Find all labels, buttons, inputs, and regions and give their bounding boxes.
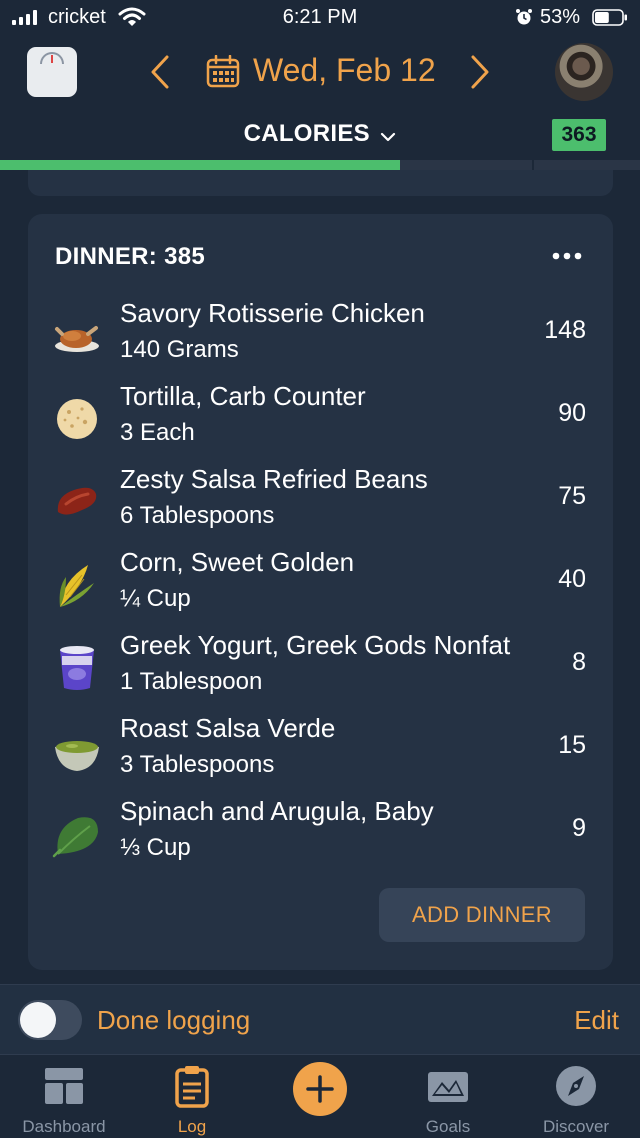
food-portion: ¼ Cup: [120, 585, 191, 612]
dinner-card: DINNER: 385 Savory Rotisserie Chicken 14…: [28, 214, 613, 970]
food-name: Tortilla, Carb Counter: [120, 381, 366, 411]
toggle-knob: [20, 1002, 56, 1038]
avatar[interactable]: [555, 43, 613, 101]
food-calories: 40: [558, 565, 586, 593]
more-options-icon[interactable]: [552, 252, 582, 260]
food-calories: 8: [572, 648, 586, 676]
tab-label: Discover: [542, 1117, 610, 1136]
chevron-right-icon[interactable]: [465, 54, 495, 90]
plus-icon[interactable]: [293, 1062, 347, 1116]
food-name: Savory Rotisserie Chicken: [120, 298, 425, 328]
food-list: Savory Rotisserie Chicken 140 Grams 148 …: [28, 298, 613, 879]
goal-marker: [532, 160, 534, 170]
tab-label: Log: [177, 1117, 207, 1136]
tab-label: Goals: [425, 1117, 471, 1136]
food-item[interactable]: Zesty Salsa Refried Beans 6 Tablespoons …: [28, 464, 613, 547]
goals-mountain-icon: [428, 1072, 468, 1102]
food-name: Zesty Salsa Refried Beans: [120, 464, 428, 494]
calories-remaining-badge: 363: [552, 119, 606, 151]
metric-label: CALORIES: [243, 120, 370, 147]
food-item[interactable]: Tortilla, Carb Counter 3 Each 90: [28, 381, 613, 464]
calorie-progress-bar: [0, 160, 640, 170]
food-calories: 90: [558, 399, 586, 427]
compass-icon: [556, 1066, 596, 1106]
salsa-bowl-icon: [55, 741, 99, 771]
food-item[interactable]: Spinach and Arugula, Baby ⅓ Cup 9: [28, 796, 613, 879]
meal-title: DINNER: 385: [55, 243, 206, 270]
food-item[interactable]: Corn, Sweet Golden ¼ Cup 40: [28, 547, 613, 630]
tortilla-icon: [57, 399, 97, 439]
previous-meal-card: [28, 170, 613, 196]
food-name: Roast Salsa Verde: [120, 713, 336, 743]
dashboard-icon: [45, 1068, 83, 1104]
food-calories: 9: [572, 814, 586, 842]
food-calories: 15: [558, 731, 586, 759]
roast-chicken-icon: [55, 326, 99, 352]
food-portion: 3 Tablespoons: [120, 751, 275, 778]
edit-button[interactable]: Edit: [574, 1005, 619, 1036]
food-portion: 140 Grams: [120, 336, 239, 363]
food-portion: 3 Each: [120, 419, 195, 446]
tab-bar: Dashboard Log Goals Discover: [0, 1054, 640, 1138]
food-item[interactable]: Savory Rotisserie Chicken 140 Grams 148: [28, 298, 613, 381]
food-name: Spinach and Arugula, Baby: [120, 796, 434, 826]
tab-goals[interactable]: Goals: [384, 1055, 512, 1138]
spinach-leaf-icon: [52, 817, 98, 858]
food-item[interactable]: Roast Salsa Verde 3 Tablespoons 15: [28, 713, 613, 796]
tab-discover[interactable]: Discover: [512, 1055, 640, 1138]
bean-icon: [57, 487, 97, 515]
status-bar: cricket 6:21 PM 53%: [0, 0, 640, 36]
battery-percent: 53%: [540, 6, 581, 28]
date-label[interactable]: Wed, Feb 12: [253, 52, 436, 89]
done-logging-bar: Done logging Edit: [0, 984, 640, 1054]
battery-icon: [592, 9, 627, 26]
app-header: Wed, Feb 12 CALORIES 363: [0, 36, 640, 170]
metric-dropdown[interactable]: CALORIES: [0, 120, 640, 148]
calorie-progress-fill: [0, 160, 400, 170]
done-logging-toggle[interactable]: [18, 1000, 82, 1040]
food-portion: 1 Tablespoon: [120, 668, 263, 695]
chevron-left-icon[interactable]: [145, 54, 175, 90]
food-calories: 148: [544, 316, 586, 344]
corn-icon: [59, 565, 94, 607]
scale-icon[interactable]: [27, 47, 77, 97]
chevron-down-icon: [381, 132, 396, 141]
alarm-icon: [516, 9, 532, 25]
add-dinner-button[interactable]: ADD DINNER: [379, 888, 585, 942]
food-item[interactable]: Greek Yogurt, Greek Gods Nonfat 1 Tables…: [28, 630, 613, 713]
food-portion: 6 Tablespoons: [120, 502, 275, 529]
food-calories: 75: [558, 482, 586, 510]
yogurt-cup-icon: [60, 646, 94, 690]
tab-label: Dashboard: [22, 1117, 106, 1136]
done-logging-label: Done logging: [97, 1005, 251, 1035]
calendar-icon[interactable]: [206, 55, 240, 89]
log-clipboard-icon: [175, 1066, 209, 1108]
food-name: Greek Yogurt, Greek Gods Nonfat: [120, 630, 511, 660]
tab-log[interactable]: Log: [128, 1055, 256, 1138]
food-portion: ⅓ Cup: [120, 834, 191, 861]
tab-dashboard[interactable]: Dashboard: [0, 1055, 128, 1138]
food-name: Corn, Sweet Golden: [120, 547, 355, 577]
